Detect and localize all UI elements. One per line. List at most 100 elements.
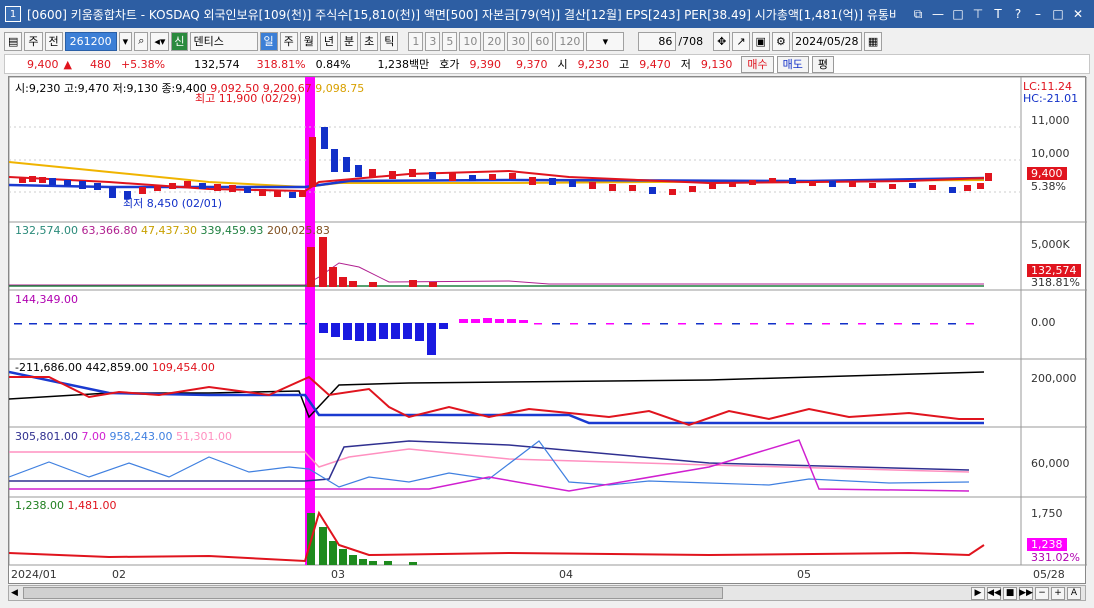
stop-icon[interactable]: ■	[1003, 586, 1017, 600]
volume-bar	[307, 247, 315, 287]
volume-ratio-tag: 318.81%	[1031, 276, 1080, 289]
zoom-in-icon[interactable]: +	[1051, 586, 1065, 600]
sell-button[interactable]: 매도	[776, 55, 809, 73]
interval-dropdown[interactable]: ▾	[586, 31, 625, 51]
chart-menu-icon[interactable]: ▤	[4, 31, 23, 51]
interval-60[interactable]: 60	[531, 31, 554, 51]
stock-tag: 신	[171, 31, 188, 51]
rewind-icon[interactable]: ◀◀	[987, 586, 1001, 600]
flow-bar	[367, 323, 376, 341]
volume-legend: 132,574.00 63,366.80 47,437.30 339,459.9…	[15, 224, 330, 237]
prev-button[interactable]: 전	[44, 31, 63, 51]
candle	[139, 187, 146, 194]
flow-bar	[427, 323, 436, 355]
chart-area[interactable]: 시:9,230 고:9,470 저:9,130 종:9,400 9,092.50…	[8, 76, 1087, 585]
minimize-window-icon[interactable]: –	[1030, 7, 1046, 22]
calendar-icon[interactable]: ▦	[863, 31, 883, 51]
interval-1[interactable]: 1	[408, 31, 424, 51]
pin-icon[interactable]: ⊤	[970, 7, 986, 22]
candle	[669, 189, 676, 195]
app-icon: 1	[5, 6, 21, 22]
flow-bar	[660, 323, 668, 325]
candle	[39, 177, 46, 183]
flow-bar	[804, 323, 812, 325]
candle	[749, 180, 756, 185]
chart-canvas[interactable]	[9, 77, 1087, 585]
flow-bar	[732, 323, 740, 325]
interval-5[interactable]: 5	[442, 31, 458, 51]
candle	[709, 183, 716, 189]
period-button[interactable]: 주	[24, 31, 43, 51]
search-icon[interactable]: ⌕	[134, 31, 149, 51]
flow-bar	[119, 323, 127, 325]
price-tick-10000: 10,000	[1031, 147, 1070, 160]
auto-icon[interactable]: A	[1067, 586, 1081, 600]
zoom-out-icon[interactable]: −	[1035, 586, 1049, 600]
settings-icon[interactable]: ⚙	[771, 31, 790, 51]
scroll-left-icon[interactable]: ◀	[11, 588, 18, 598]
candle	[109, 187, 116, 198]
sound-icon[interactable]: ◂▾	[150, 31, 170, 51]
view-tick[interactable]: 틱	[380, 31, 399, 51]
flow-bar	[768, 323, 776, 325]
candle	[869, 183, 876, 188]
forward-icon[interactable]: ▶▶	[1019, 586, 1033, 600]
restore-icon[interactable]: ⧉	[910, 7, 926, 22]
flow-bar	[894, 323, 902, 325]
view-day[interactable]: 일	[259, 31, 278, 51]
count-input[interactable]: 86	[638, 31, 677, 51]
help-icon[interactable]: ?	[1010, 7, 1026, 22]
save-icon[interactable]: ▣	[751, 31, 770, 51]
amount-bar	[384, 561, 392, 565]
volume-bar	[409, 280, 417, 287]
flow-bar	[642, 323, 650, 325]
view-second[interactable]: 초	[360, 31, 379, 51]
x-label-04: 04	[559, 568, 573, 581]
candle	[79, 181, 86, 189]
interval-120[interactable]: 120	[555, 31, 585, 51]
candle	[949, 187, 956, 193]
view-week[interactable]: 주	[279, 31, 298, 51]
scroll-thumb[interactable]	[23, 587, 723, 599]
flow-bar	[930, 323, 938, 325]
candle	[489, 174, 496, 180]
horizontal-scrollbar[interactable]: ◀ ▶ ◀◀ ■ ▶▶ − + A	[8, 585, 1086, 601]
draw-icon[interactable]: ↗	[732, 31, 750, 51]
minimize-icon[interactable]: —	[930, 7, 946, 22]
crosshair-icon[interactable]: ✥	[713, 31, 731, 51]
maximize-window-icon[interactable]: □	[1050, 7, 1066, 22]
avg-button[interactable]: 평	[811, 55, 835, 73]
volume-bar	[319, 237, 327, 287]
view-month[interactable]: 월	[299, 31, 318, 51]
play-icon[interactable]: ▶	[971, 586, 985, 600]
inst-tick: 200,000	[1031, 372, 1077, 385]
date-input[interactable]: 2024/05/28	[791, 31, 862, 51]
code-dropdown-icon[interactable]: ▾	[118, 31, 133, 51]
candle	[49, 178, 56, 185]
volume-bar	[349, 281, 357, 287]
ma-gold	[9, 161, 985, 189]
flow-legend: 144,349.00	[15, 293, 78, 306]
stock-code-input[interactable]: 261200	[64, 31, 117, 51]
maximize-icon[interactable]: □	[950, 7, 966, 22]
foreign-line	[9, 448, 970, 473]
amount-bar	[409, 562, 417, 565]
flow-bar	[606, 323, 614, 325]
x-label-2024-01: 2024/01	[11, 568, 57, 581]
candle	[977, 183, 984, 189]
interval-3[interactable]: 3	[425, 31, 441, 51]
volume-bar	[339, 277, 347, 287]
flow-bar	[966, 323, 974, 325]
interval-30[interactable]: 30	[507, 31, 530, 51]
stock-name-field[interactable]: 덴티스	[189, 31, 258, 51]
view-year[interactable]: 년	[319, 31, 339, 51]
view-minute[interactable]: 분	[340, 31, 359, 51]
flow-bar	[134, 323, 142, 325]
font-icon[interactable]: T	[990, 7, 1006, 22]
close-icon[interactable]: ✕	[1070, 7, 1086, 22]
candle	[649, 187, 656, 194]
buy-button[interactable]: 매수	[741, 55, 774, 73]
candle	[355, 165, 362, 177]
interval-20[interactable]: 20	[483, 31, 506, 51]
interval-10[interactable]: 10	[459, 31, 482, 51]
